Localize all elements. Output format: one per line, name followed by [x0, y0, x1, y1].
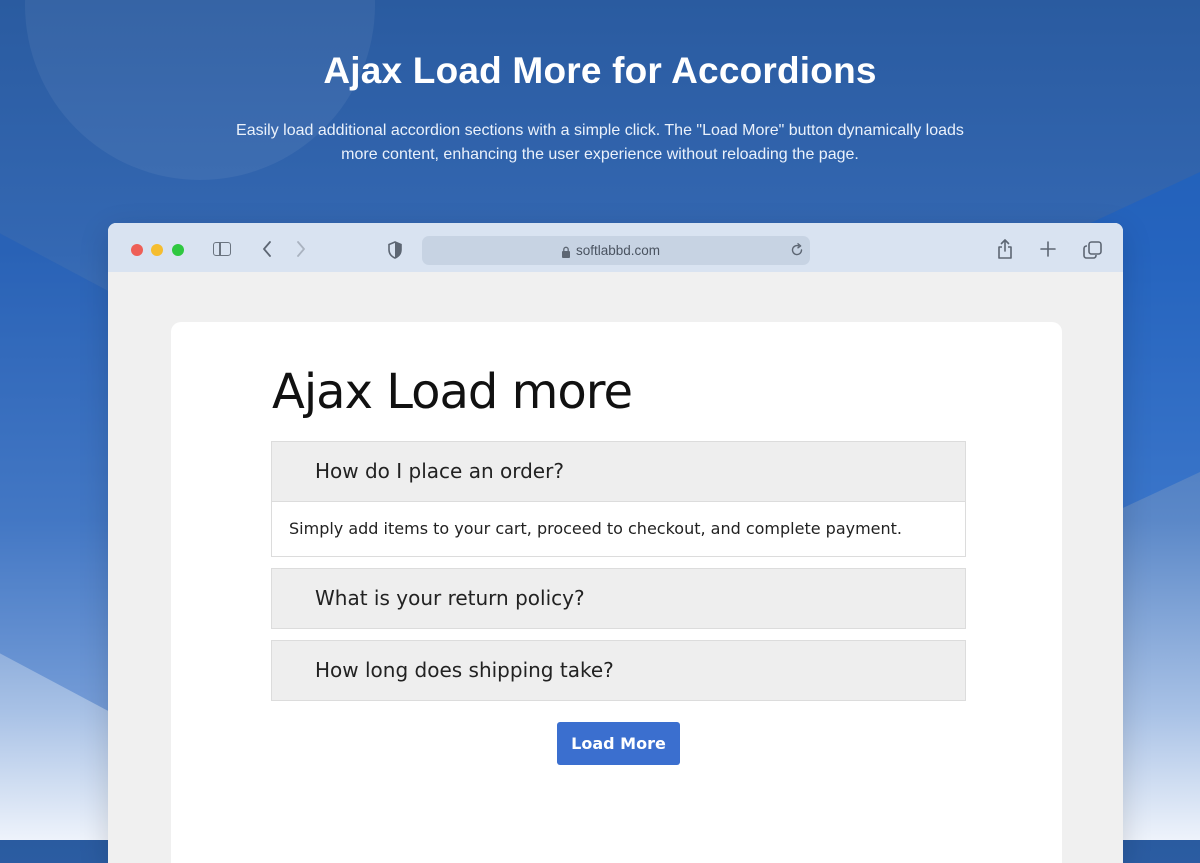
url-text: softlabbd.com: [576, 243, 661, 258]
browser-toolbar: softlabbd.com: [108, 223, 1123, 272]
accordion-header[interactable]: How do I place an order?: [272, 442, 965, 501]
hero-title: Ajax Load More for Accordions: [323, 50, 877, 91]
close-window-button[interactable]: [131, 244, 143, 256]
forward-icon[interactable]: [295, 241, 307, 262]
accordion-header[interactable]: How long does shipping take?: [272, 641, 965, 700]
page-title: Ajax Load more: [272, 364, 633, 420]
maximize-window-button[interactable]: [172, 244, 184, 256]
accordion-item: How long does shipping take?: [271, 640, 966, 701]
shield-icon[interactable]: [387, 241, 403, 264]
minimize-window-button[interactable]: [151, 244, 163, 256]
accordion-item: What is your return policy?: [271, 568, 966, 629]
browser-window: softlabbd.com Ajax Load more How do I pl…: [108, 223, 1123, 863]
tabs-icon[interactable]: [1083, 241, 1103, 264]
accordion-header[interactable]: What is your return policy?: [272, 569, 965, 628]
sidebar-icon[interactable]: [213, 242, 231, 256]
content-card: Ajax Load more How do I place an order? …: [171, 322, 1062, 863]
accordion-item: How do I place an order? Simply add item…: [271, 441, 966, 557]
lock-icon: [561, 245, 571, 263]
load-more-button[interactable]: Load More: [557, 722, 680, 765]
address-bar[interactable]: softlabbd.com: [422, 236, 810, 265]
new-tab-icon[interactable]: [1040, 241, 1056, 262]
back-icon[interactable]: [261, 241, 273, 262]
hero-subtitle: Easily load additional accordion section…: [236, 122, 964, 163]
share-icon[interactable]: [996, 239, 1014, 264]
accordion-content: Simply add items to your cart, proceed t…: [272, 501, 965, 556]
reload-icon[interactable]: [790, 243, 804, 262]
